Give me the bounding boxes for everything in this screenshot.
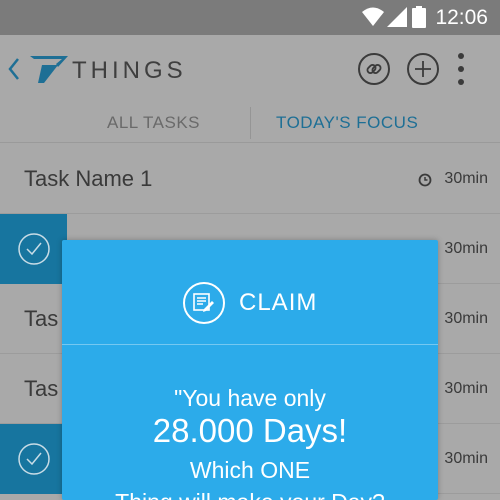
add-icon xyxy=(415,61,431,77)
check-circle-icon xyxy=(17,233,50,265)
dialog-header: CLAIM xyxy=(62,240,438,344)
tab-divider xyxy=(250,107,251,139)
task-checkbox[interactable] xyxy=(0,214,67,284)
seven-logo-icon xyxy=(30,56,68,83)
task-duration: 30min xyxy=(444,240,488,257)
task-duration: 30min xyxy=(444,170,488,187)
quote-line: "You have only xyxy=(174,385,326,411)
task-checkbox[interactable] xyxy=(0,424,67,494)
claim-dialog: CLAIM "You have only 28.000 Days! Which … xyxy=(62,240,438,500)
app-bar: THINGS xyxy=(0,35,500,103)
tab-bar: ALL TASKS TODAY'S FOCUS xyxy=(0,103,500,143)
task-row[interactable]: Task Name 1 30min xyxy=(0,144,500,214)
task-duration: 30min xyxy=(444,310,488,327)
quote-line-emphasis: 28.000 Days! xyxy=(152,412,348,449)
quote-line: Thing will make your Day? xyxy=(62,489,438,500)
note-edit-icon xyxy=(183,282,225,324)
check-circle-icon xyxy=(17,443,50,475)
task-name: Tas xyxy=(24,376,59,401)
tab-todays-focus[interactable]: TODAY'S FOCUS xyxy=(276,113,418,133)
tab-all-tasks[interactable]: ALL TASKS xyxy=(107,113,200,133)
more-vertical-icon xyxy=(458,53,464,59)
dialog-title: CLAIM xyxy=(239,289,318,316)
battery-icon xyxy=(412,6,426,28)
add-button[interactable] xyxy=(407,53,439,85)
clock-time: 12:06 xyxy=(435,6,488,29)
link-button[interactable] xyxy=(358,53,390,85)
task-name: Task Name 1 xyxy=(24,166,153,191)
wifi-icon xyxy=(362,7,384,26)
more-menu-button[interactable] xyxy=(452,52,470,86)
task-duration: 30min xyxy=(444,450,488,467)
status-bar: 12:06 xyxy=(0,0,500,35)
clock-icon xyxy=(418,173,432,187)
signal-icon xyxy=(387,7,407,27)
dialog-divider xyxy=(62,344,438,345)
task-name: Tas xyxy=(24,306,59,331)
task-duration: 30min xyxy=(444,380,488,397)
brand-name: THINGS xyxy=(72,57,187,84)
quote-line: Which ONE xyxy=(189,457,311,483)
link-icon xyxy=(366,64,382,74)
back-chevron-icon[interactable] xyxy=(6,55,22,83)
